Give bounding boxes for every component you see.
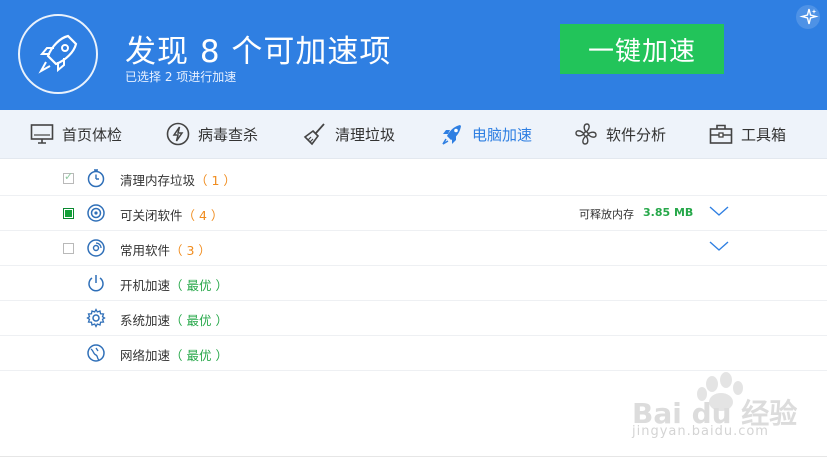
tab-virus-scan[interactable]: 病毒查杀 bbox=[166, 110, 258, 158]
tab-software-analysis[interactable]: 软件分析 bbox=[574, 110, 666, 158]
item-status: （ 最优 ） bbox=[170, 278, 228, 293]
tab-toolbox[interactable]: 工具箱 bbox=[709, 110, 786, 158]
chevron-down-icon[interactable] bbox=[709, 239, 729, 253]
releasable-memory-label: 可释放内存 bbox=[579, 208, 634, 221]
item-label: 系统加速 bbox=[120, 313, 171, 328]
fan-icon bbox=[575, 123, 597, 145]
item-checkbox[interactable] bbox=[63, 243, 74, 254]
selection-summary: 已选择 2 项进行加速 bbox=[125, 70, 237, 84]
tab-label: 清理垃圾 bbox=[335, 125, 396, 144]
toolbox-icon bbox=[709, 124, 733, 144]
chevron-down-icon[interactable] bbox=[709, 204, 729, 218]
broom-icon bbox=[303, 123, 325, 146]
power-icon bbox=[88, 275, 104, 292]
footer-divider bbox=[0, 456, 827, 457]
monitor-icon bbox=[30, 124, 54, 144]
gear-icon bbox=[86, 308, 106, 328]
rocket-icon bbox=[442, 125, 461, 145]
one-click-accelerate-button[interactable]: 一键加速 bbox=[560, 24, 724, 74]
item-label: 开机加速 bbox=[120, 278, 171, 293]
item-status: （ 最优 ） bbox=[170, 348, 228, 363]
tab-home-checkup[interactable]: 首页体检 bbox=[30, 110, 122, 158]
stopwatch-icon bbox=[87, 169, 105, 188]
item-count: （ 3 ） bbox=[170, 243, 211, 258]
item-status: （ 最优 ） bbox=[170, 313, 228, 328]
item-label: 清理内存垃圾 bbox=[120, 173, 196, 188]
tab-clean-junk[interactable]: 清理垃圾 bbox=[303, 110, 395, 158]
list-item-closable-software: 可关闭软件（ 4 ） 可释放内存 3.85 MB bbox=[0, 196, 827, 231]
tab-label: 软件分析 bbox=[606, 125, 667, 144]
item-checkbox[interactable] bbox=[63, 208, 74, 219]
list-item-network-accelerate: 网络加速（ 最优 ） bbox=[0, 336, 827, 371]
lightning-icon bbox=[166, 122, 190, 146]
list-item-system-accelerate: 系统加速（ 最优 ） bbox=[0, 301, 827, 336]
item-count: （ 4 ） bbox=[182, 208, 224, 223]
item-label: 常用软件 bbox=[120, 243, 171, 258]
main-nav: 首页体检 病毒查杀 清理垃圾 电脑加速 软件分析 工具箱 bbox=[0, 110, 827, 159]
rocket-icon bbox=[38, 34, 78, 74]
tab-label: 电脑加速 bbox=[472, 125, 533, 144]
disc-icon bbox=[87, 239, 105, 257]
logo-badge bbox=[18, 14, 98, 94]
network-icon bbox=[87, 344, 105, 362]
tab-label: 工具箱 bbox=[741, 125, 787, 144]
list-item-startup-accelerate: 开机加速（ 最优 ） bbox=[0, 266, 827, 301]
item-label: 网络加速 bbox=[120, 348, 171, 363]
releasable-memory-value: 3.85 MB bbox=[643, 206, 694, 219]
tab-label: 病毒查杀 bbox=[198, 125, 259, 144]
list-item-memory-cleanup: 清理内存垃圾（ 1 ） bbox=[0, 161, 827, 196]
item-label: 可关闭软件 bbox=[120, 208, 183, 223]
target-icon bbox=[87, 204, 105, 222]
item-count: （ 1 ） bbox=[195, 173, 236, 188]
tab-pc-accelerate[interactable]: 电脑加速 bbox=[440, 110, 532, 158]
tab-label: 首页体检 bbox=[62, 125, 123, 144]
watermark-url: jingyan.baidu.com bbox=[632, 424, 769, 439]
sparkle-icon[interactable] bbox=[795, 4, 821, 30]
list-item-common-software: 常用软件（ 3 ） bbox=[0, 231, 827, 266]
header-banner: 发现 8 个可加速项 已选择 2 项进行加速 一键加速 bbox=[0, 0, 827, 110]
item-checkbox[interactable] bbox=[63, 170, 74, 184]
page-title: 发现 8 个可加速项 bbox=[125, 34, 392, 70]
